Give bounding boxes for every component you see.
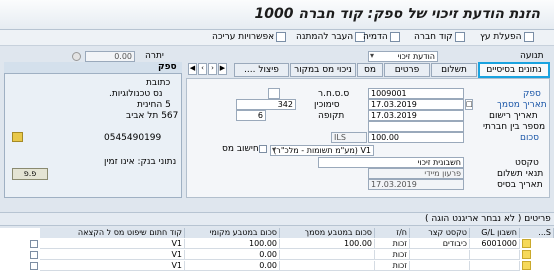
col-status: S... <box>520 228 554 238</box>
text-field[interactable]: חשבונית זיכוי <box>318 157 464 168</box>
tab-withholding-tax[interactable]: ניכוי מס במקור <box>290 63 356 77</box>
page-title: הזנת הודעת זיכוי של ספק: קוד חברה 1000 <box>254 6 540 22</box>
company-icon <box>454 32 465 42</box>
table-row-short-text[interactable] <box>410 261 470 271</box>
tab-tax[interactable]: מס <box>357 63 383 77</box>
bank-data-label: נתוני בנק: אינו זמין <box>104 157 177 167</box>
table-row-dc[interactable]: זכות <box>375 261 410 271</box>
table-row-amount-local[interactable]: 0.00 <box>185 250 280 260</box>
edit-icon <box>276 32 287 42</box>
table-row-tax[interactable]: V1 <box>40 261 185 271</box>
table-row-amount-doc[interactable] <box>280 250 375 260</box>
row-status-icon[interactable] <box>522 239 531 248</box>
baseline-date-field: 17.03.2019 <box>368 179 464 190</box>
simulate-icon <box>389 32 400 42</box>
sns-label: ס.ס.ח.ר <box>318 89 350 99</box>
vendor-phone: 0545490199 <box>104 133 162 143</box>
tab-nav-prev-icon[interactable]: ‹ <box>198 63 207 75</box>
open-items-button[interactable]: פ.פ <box>12 168 48 180</box>
row-checkbox[interactable] <box>30 251 38 259</box>
table-row-amount-doc[interactable]: 100.00 <box>280 239 375 249</box>
invoice-date-picker-icon[interactable]: □ <box>465 99 473 110</box>
invoice-date-field[interactable]: 17.03.2019 <box>368 99 464 110</box>
reference-field[interactable] <box>368 121 464 132</box>
side-header-title: ספק <box>158 62 177 72</box>
payment-terms-label: תנאי תשלום <box>497 169 544 179</box>
amount-field[interactable]: 100.00 <box>368 132 464 143</box>
period-field[interactable]: 6 <box>236 110 266 121</box>
row-status-icon[interactable] <box>522 250 531 259</box>
vendor-detail-icon[interactable] <box>12 132 23 142</box>
table-row-amount-doc[interactable] <box>280 261 375 271</box>
reference-label: מספר בין חברתי <box>483 122 546 132</box>
park-button[interactable]: העבר להמתנה <box>296 32 366 42</box>
col-amount-local: סכום במטבע מקומי <box>185 228 280 238</box>
table-row-dc[interactable]: זכות <box>375 239 410 249</box>
tab-nav-next-icon[interactable]: › <box>208 63 217 75</box>
tab-details[interactable]: פרטים <box>384 63 430 77</box>
company-code-button[interactable]: קוד חברה <box>414 32 465 42</box>
row-checkbox[interactable] <box>30 262 38 270</box>
reference-doc-field[interactable]: 342 <box>236 99 296 110</box>
balance-label: יתרה <box>145 51 164 61</box>
baseline-date-label: תאריך בסיס <box>497 180 543 190</box>
tree-on-button[interactable]: הפעלת עץ <box>480 32 534 42</box>
table-row-account[interactable] <box>470 250 520 260</box>
posting-date-field[interactable]: 17.03.2019 <box>368 110 464 121</box>
vendor-side-header <box>4 62 182 74</box>
currency-field: ILS <box>331 132 367 143</box>
tree-icon <box>523 32 534 42</box>
items-title: 1 פריטים ( לא נבחר אריגנט הוגה ) <box>425 214 554 224</box>
address-label: כתובת <box>146 78 171 88</box>
tax-code-select[interactable]: V1 (מע"מ תשומות - מלכ"ר) <box>270 145 374 156</box>
text-label: טקסט <box>515 158 539 168</box>
col-gl-account: חשבון G/L <box>470 228 520 238</box>
vendor-street: 5 החינית <box>137 100 171 110</box>
calc-tax-label: חישוב מס <box>222 144 259 154</box>
edit-options-button[interactable]: אפשרויות עריכה <box>212 32 287 42</box>
tab-nav-first-icon[interactable]: ◀ <box>188 63 197 75</box>
tab-basic-data[interactable]: נתונים בסיסיים <box>478 62 550 78</box>
vendor-field[interactable]: 1009001 <box>368 88 464 99</box>
table-row-tax[interactable]: V1 <box>40 239 185 249</box>
sns-field[interactable] <box>268 88 280 99</box>
balance-status-icon <box>72 52 81 61</box>
payment-terms-field: פרעון מיידי <box>368 168 464 179</box>
transaction-label: תנועה <box>520 51 544 61</box>
row-status-icon[interactable] <box>522 261 531 270</box>
period-label: תקופה <box>318 111 345 121</box>
col-short-text: טקסט קצר <box>410 228 470 238</box>
table-row-account[interactable]: 6001000 <box>470 239 520 249</box>
tab-payment[interactable]: תשלום <box>431 63 477 77</box>
table-row-amount-local[interactable]: 100.00 <box>185 239 280 249</box>
simulate-button[interactable]: הדמיה <box>363 32 400 42</box>
table-row-tax[interactable]: V1 <box>40 250 185 260</box>
reference-doc-label: סימוכין <box>314 100 340 110</box>
col-tax-code: קוד חתום שיפוט מס ל הקצאה <box>40 228 185 238</box>
posting-date-label: תאריך רישום <box>489 111 538 121</box>
transaction-select[interactable]: הודעת זיכוי <box>368 51 438 62</box>
calc-tax-checkbox[interactable] <box>259 145 267 153</box>
table-row-short-text[interactable] <box>410 250 470 260</box>
table-row-dc[interactable]: זכות <box>375 250 410 260</box>
table-row-account[interactable] <box>470 261 520 271</box>
vendor-label: ספק <box>523 89 541 99</box>
tab-split[interactable]: פיצול .... <box>234 63 289 77</box>
col-dc: ח/ז <box>375 228 410 238</box>
row-checkbox[interactable] <box>30 240 38 248</box>
table-row-amount-local[interactable]: 0.00 <box>185 261 280 271</box>
invoice-date-label: תאריך מסמך <box>497 100 547 110</box>
table-row-short-text[interactable]: כיבודים <box>410 239 470 249</box>
amount-label: סכום <box>520 133 540 143</box>
balance-field: 0.00 <box>85 51 135 62</box>
col-amount-doc: סכום במטבע מסמך <box>280 228 375 238</box>
vendor-name: נס טכנולוגיות. <box>109 89 163 99</box>
tab-nav-last-icon[interactable]: ▶ <box>218 63 227 75</box>
vendor-city: 567 תל אביב <box>126 111 179 121</box>
